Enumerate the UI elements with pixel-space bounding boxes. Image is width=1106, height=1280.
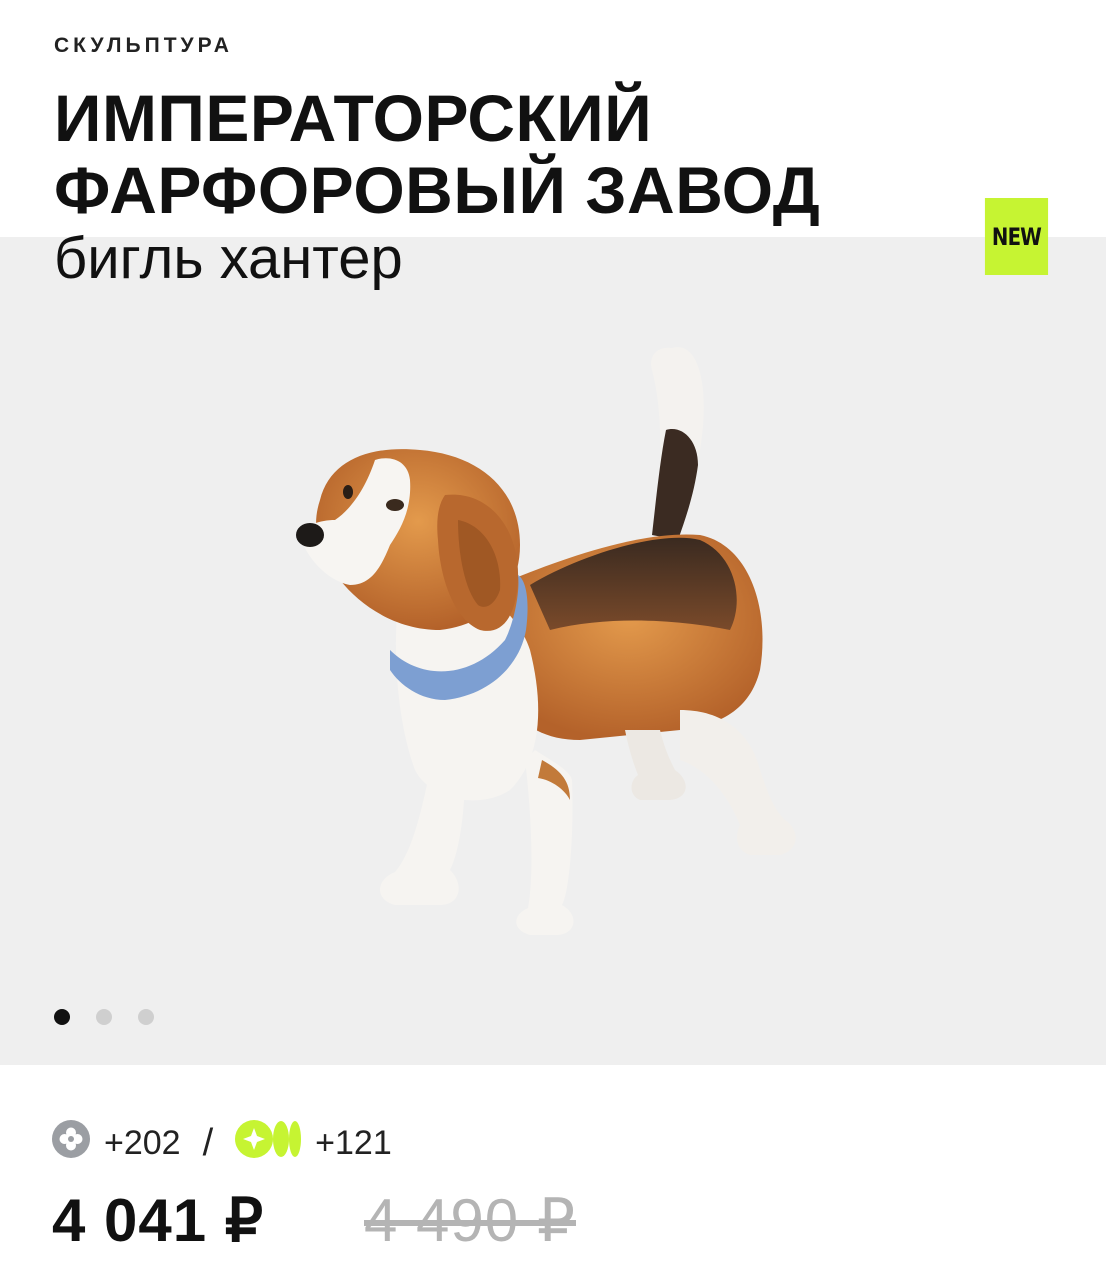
gallery-dot-1[interactable]: [54, 1009, 70, 1025]
gallery-pagination: [54, 1009, 154, 1025]
bonus-points-row: +202 / +121: [52, 1120, 392, 1167]
current-price: 4 041 ₽: [52, 1187, 264, 1254]
bonus-separator: /: [202, 1122, 214, 1164]
new-badge: NEW: [984, 198, 1049, 275]
clover-icon: [52, 1120, 90, 1167]
cashback-icon: [235, 1120, 302, 1167]
bonus-points-a: +202: [104, 1124, 181, 1162]
brand-line-1: ИМПЕРАТОРСКИЙ: [54, 81, 653, 155]
gallery-dot-3[interactable]: [138, 1009, 154, 1025]
price-row: 4 041 ₽ 4 490 ₽: [52, 1186, 576, 1256]
old-price: 4 490 ₽: [364, 1187, 576, 1254]
gallery-dot-2[interactable]: [96, 1009, 112, 1025]
beagle-figurine-image[interactable]: [280, 330, 840, 950]
category-label[interactable]: СКУЛЬПТУРА: [54, 34, 820, 58]
brand-title[interactable]: ИМПЕРАТОРСКИЙ ФАРФОРОВЫЙ ЗАВОД: [54, 82, 820, 226]
bonus-points-b: +121: [315, 1124, 392, 1162]
brand-line-2: ФАРФОРОВЫЙ ЗАВОД: [54, 153, 821, 227]
product-name: бигль хантер: [54, 226, 403, 291]
product-header: СКУЛЬПТУРА ИМПЕРАТОРСКИЙ ФАРФОРОВЫЙ ЗАВО…: [54, 34, 820, 292]
product-page: СКУЛЬПТУРА ИМПЕРАТОРСКИЙ ФАРФОРОВЫЙ ЗАВО…: [0, 0, 1106, 1280]
